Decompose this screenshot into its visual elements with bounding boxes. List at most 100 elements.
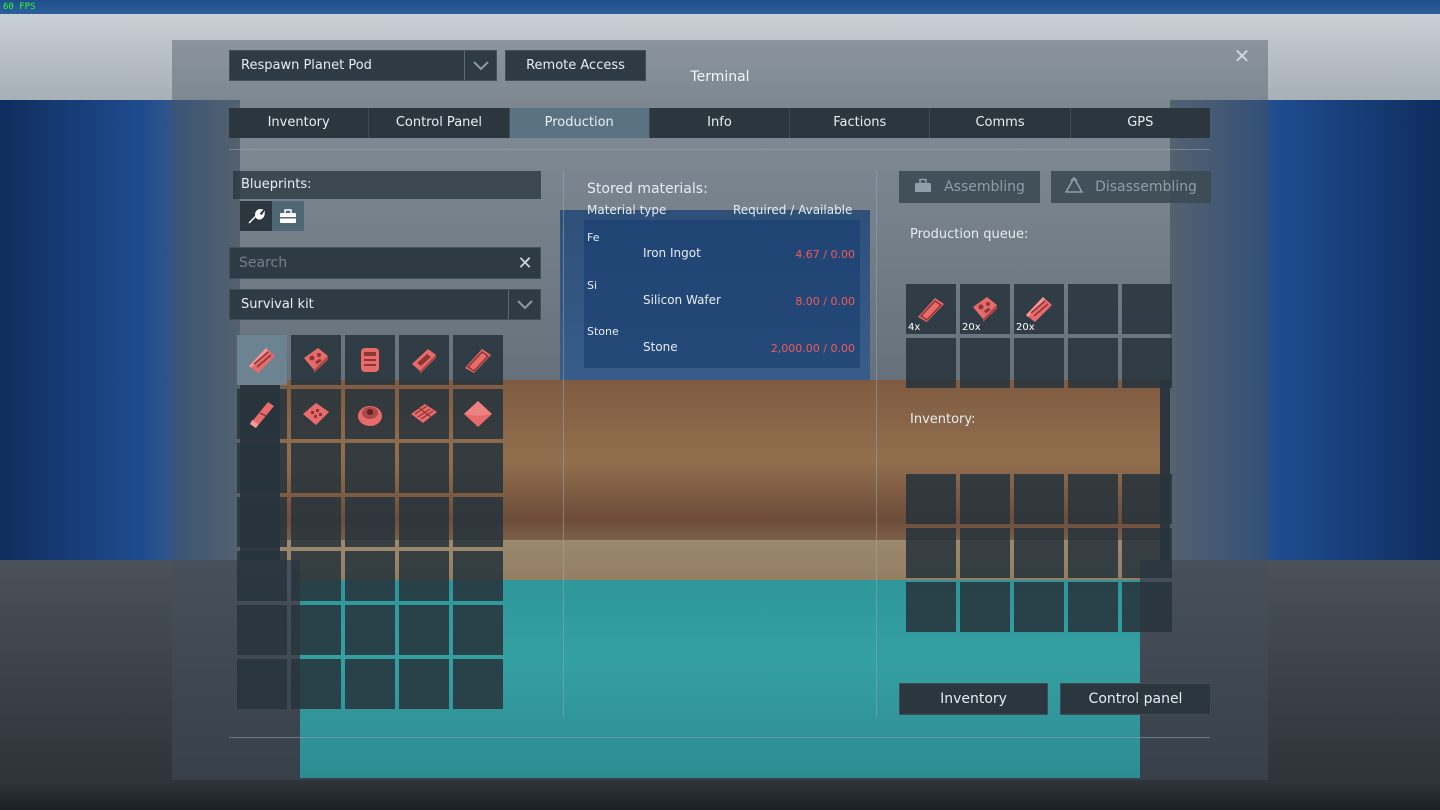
search-input[interactable] — [230, 255, 510, 271]
empty-slot[interactable] — [237, 497, 287, 547]
empty-slot[interactable] — [1014, 528, 1064, 578]
empty-slot[interactable] — [453, 605, 503, 655]
empty-slot[interactable] — [237, 443, 287, 493]
empty-slot[interactable] — [453, 551, 503, 601]
empty-slot[interactable] — [1122, 474, 1172, 524]
empty-slot[interactable] — [453, 497, 503, 547]
empty-slot[interactable] — [345, 659, 395, 709]
empty-slot[interactable] — [291, 605, 341, 655]
empty-slot[interactable] — [960, 474, 1010, 524]
empty-slot[interactable] — [345, 497, 395, 547]
recycle-icon — [1064, 176, 1084, 197]
empty-slot[interactable] — [1068, 474, 1118, 524]
empty-slot[interactable] — [1014, 582, 1064, 632]
empty-slot[interactable] — [237, 659, 287, 709]
empty-slot[interactable] — [1068, 528, 1118, 578]
empty-slot[interactable] — [906, 582, 956, 632]
empty-slot[interactable] — [399, 497, 449, 547]
blueprint-item[interactable] — [453, 335, 503, 385]
remote-access-button[interactable]: Remote Access — [505, 50, 646, 81]
blueprint-search: ✕ — [229, 247, 541, 279]
queue-item[interactable]: 20x — [1014, 284, 1064, 334]
empty-slot[interactable] — [291, 497, 341, 547]
empty-slot[interactable] — [960, 528, 1010, 578]
tab-bar: Inventory Control Panel Production Info Fact… — [229, 108, 1210, 138]
blueprint-item[interactable] — [399, 389, 449, 439]
tab-factions[interactable]: Factions — [790, 108, 931, 138]
toolbox-filter-icon[interactable] — [272, 201, 304, 231]
material-symbol: Fe — [587, 231, 600, 244]
empty-slot[interactable] — [1122, 582, 1172, 632]
control-panel-button[interactable]: Control panel — [1060, 683, 1211, 715]
blueprint-item[interactable] — [345, 335, 395, 385]
empty-slot[interactable] — [1122, 528, 1172, 578]
blueprint-item[interactable] — [237, 335, 287, 385]
tab-comms[interactable]: Comms — [930, 108, 1071, 138]
empty-slot[interactable] — [399, 659, 449, 709]
empty-slot[interactable] — [1014, 474, 1064, 524]
steel-plate-icon — [246, 344, 278, 376]
blueprints-title: Blueprints: — [233, 171, 541, 199]
tab-info[interactable]: Info — [649, 108, 791, 138]
inventory-title: Inventory: — [910, 412, 976, 427]
divider — [563, 170, 564, 718]
assembling-mode-button[interactable]: Assembling — [899, 171, 1040, 203]
blueprint-category-dropdown[interactable]: Survival kit — [229, 289, 541, 320]
empty-slot[interactable] — [960, 582, 1010, 632]
construction-component-icon — [969, 293, 1001, 325]
disassembling-mode-button[interactable]: Disassembling — [1051, 171, 1211, 203]
blueprint-item[interactable] — [399, 335, 449, 385]
inventory-grid — [906, 474, 1172, 632]
floor-frame — [0, 778, 1440, 810]
tab-control-panel[interactable]: Control Panel — [369, 108, 510, 138]
empty-slot[interactable] — [345, 605, 395, 655]
empty-slot[interactable] — [1014, 338, 1064, 388]
steel-plate-icon — [1023, 293, 1055, 325]
empty-slot[interactable] — [237, 605, 287, 655]
queue-item[interactable]: 20x — [960, 284, 1010, 334]
fps-counter: 60 FPS — [3, 2, 36, 12]
blueprint-item[interactable] — [345, 389, 395, 439]
construction-component-icon — [300, 344, 332, 376]
material-name: Stone — [643, 340, 678, 354]
blueprint-grid — [237, 335, 503, 709]
grid-selector-dropdown[interactable]: Respawn Planet Pod — [229, 50, 497, 81]
empty-slot[interactable] — [906, 338, 956, 388]
empty-slot[interactable] — [399, 605, 449, 655]
blueprint-item[interactable] — [237, 389, 287, 439]
empty-slot[interactable] — [453, 659, 503, 709]
clear-search-icon[interactable]: ✕ — [510, 253, 540, 274]
empty-slot[interactable] — [1068, 338, 1118, 388]
tab-gps[interactable]: GPS — [1070, 108, 1210, 138]
tab-inventory[interactable]: Inventory — [229, 108, 370, 138]
metal-plate-icon — [462, 344, 494, 376]
empty-slot[interactable] — [291, 551, 341, 601]
blueprint-item[interactable] — [291, 389, 341, 439]
tab-production[interactable]: Production — [509, 108, 650, 138]
empty-slot[interactable] — [1068, 582, 1118, 632]
empty-slot[interactable] — [345, 443, 395, 493]
empty-slot[interactable] — [906, 528, 956, 578]
empty-slot[interactable] — [453, 443, 503, 493]
blueprint-item[interactable] — [453, 389, 503, 439]
empty-slot[interactable] — [291, 443, 341, 493]
empty-slot[interactable] — [345, 551, 395, 601]
material-symbol: Stone — [587, 325, 619, 338]
empty-slot[interactable] — [237, 551, 287, 601]
empty-slot[interactable] — [906, 474, 956, 524]
empty-slot[interactable] — [960, 338, 1010, 388]
category-label: Survival kit — [241, 297, 314, 312]
empty-slot[interactable] — [1122, 284, 1172, 334]
queue-item[interactable]: 4x — [906, 284, 956, 334]
empty-slot[interactable] — [1122, 338, 1172, 388]
toolbox-icon — [914, 178, 932, 197]
empty-slot[interactable] — [399, 443, 449, 493]
empty-slot[interactable] — [291, 659, 341, 709]
wrench-filter-icon[interactable] — [240, 201, 272, 231]
chevron-down-icon — [464, 51, 496, 80]
blueprint-item[interactable] — [291, 335, 341, 385]
empty-slot[interactable] — [1068, 284, 1118, 334]
empty-slot[interactable] — [399, 551, 449, 601]
inventory-button[interactable]: Inventory — [899, 683, 1048, 715]
close-icon[interactable]: ✕ — [1232, 46, 1252, 66]
